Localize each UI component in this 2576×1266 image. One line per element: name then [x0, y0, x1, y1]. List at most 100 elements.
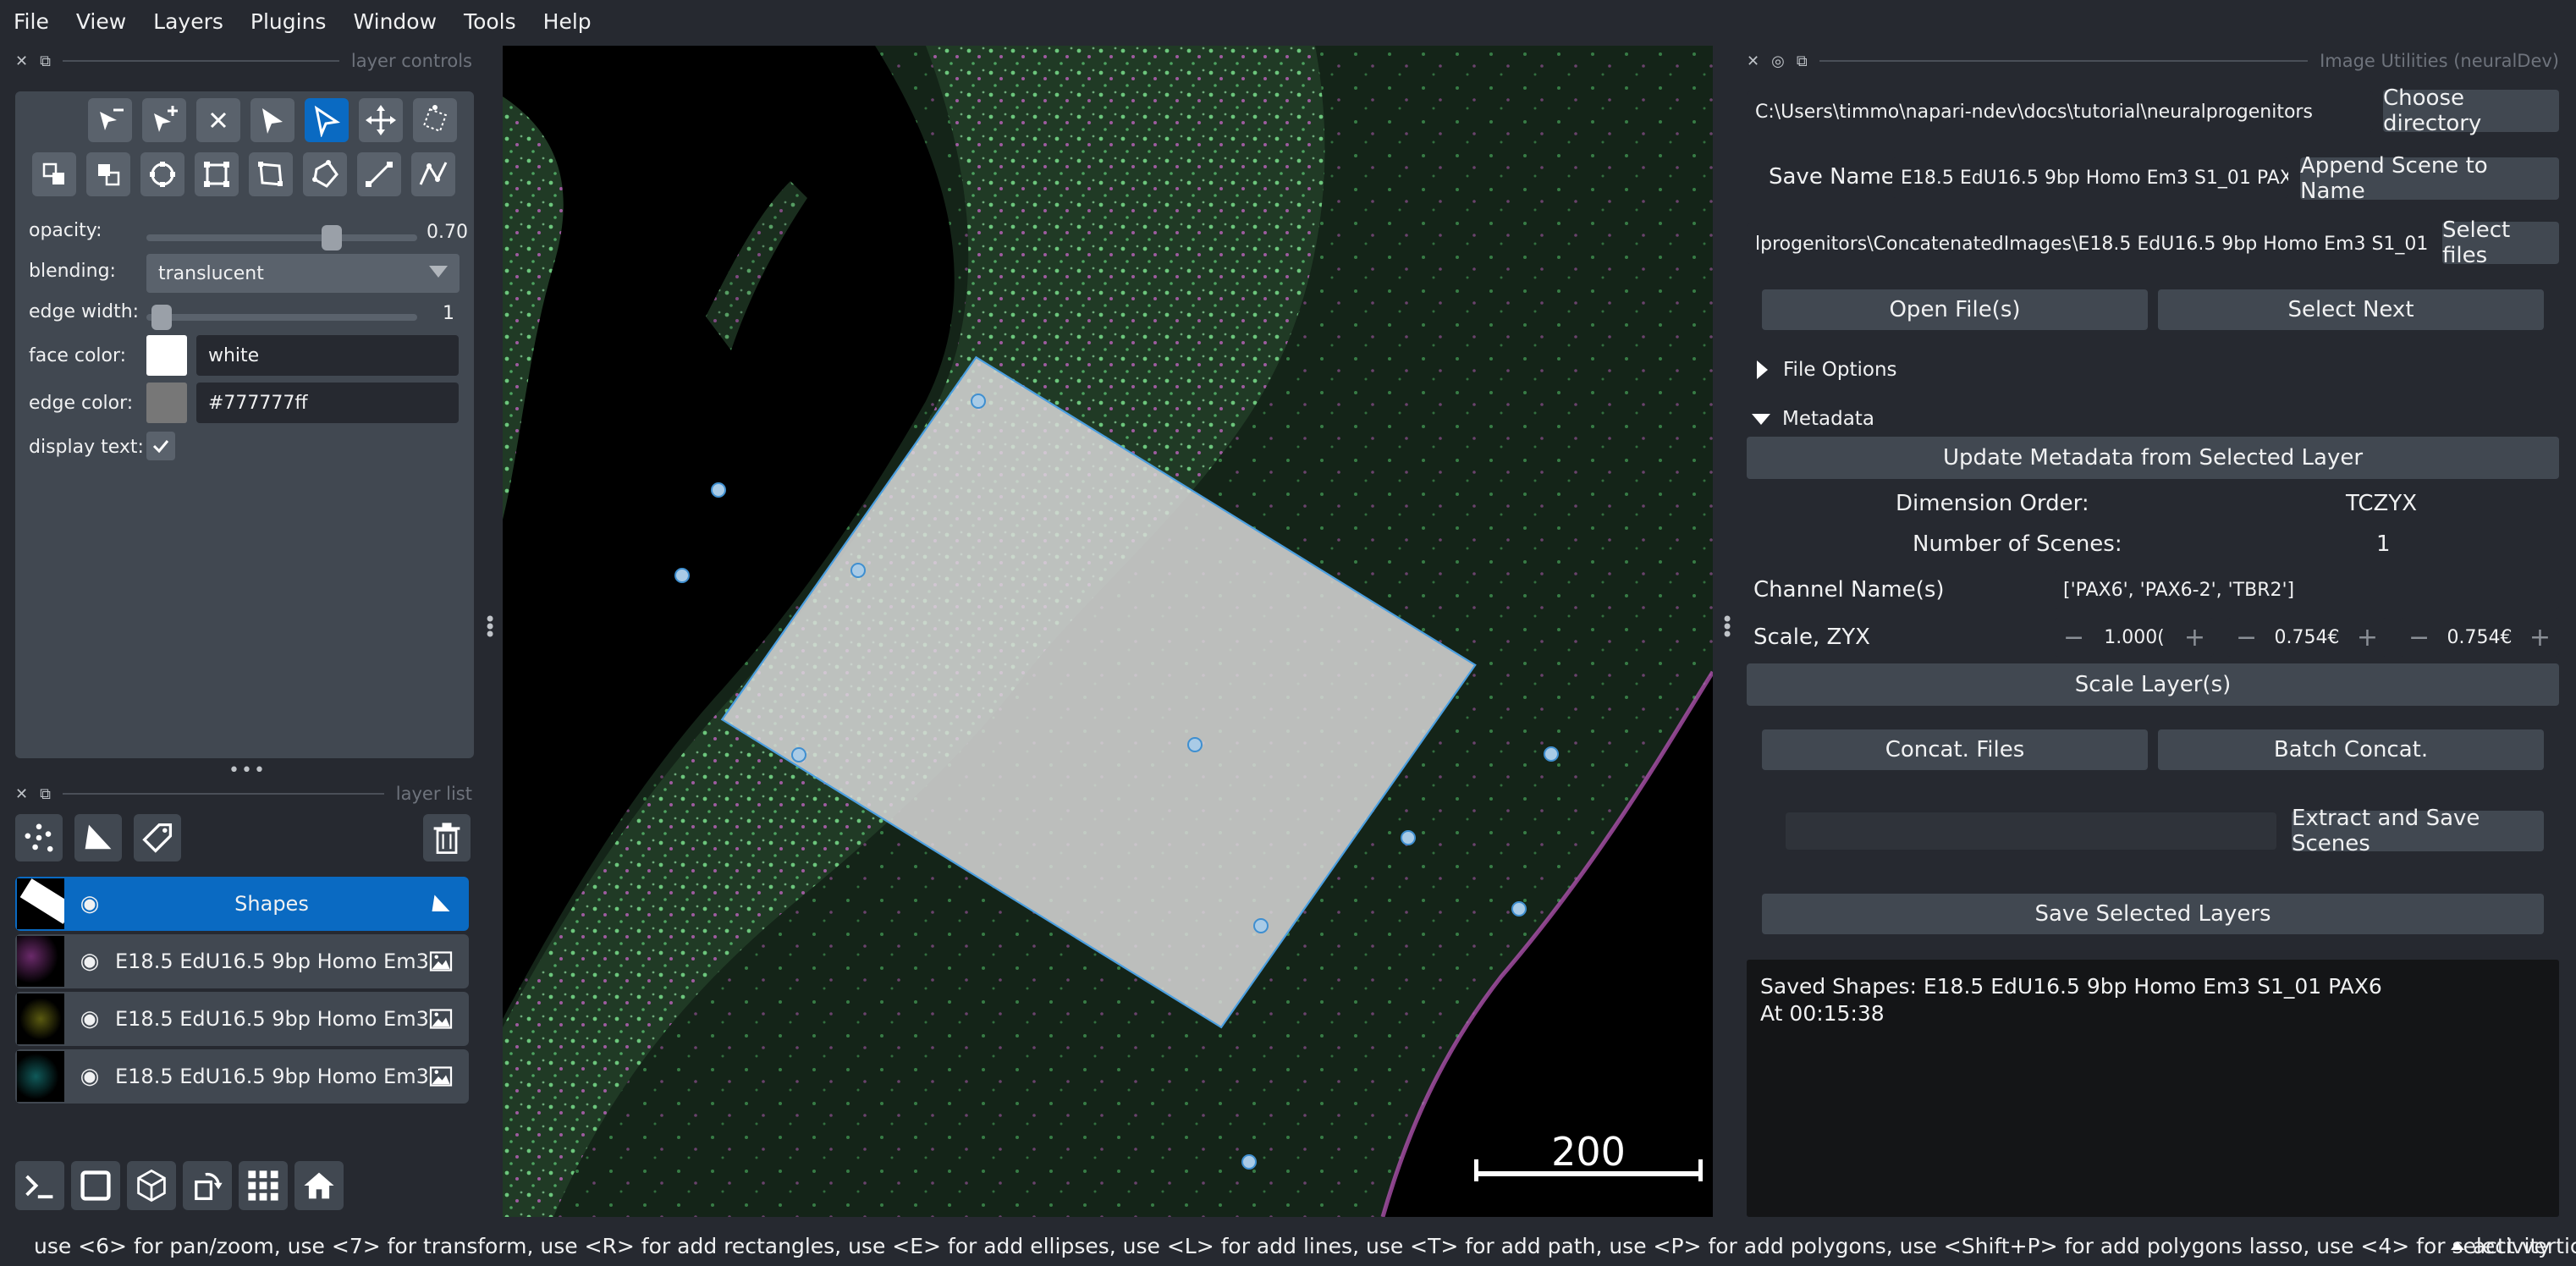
opacity-slider-handle[interactable]: [322, 225, 343, 250]
close-dock-icon[interactable]: ✕: [15, 785, 28, 803]
activity-toggle[interactable]: activity: [2450, 1234, 2551, 1258]
extract-scenes-button[interactable]: Extract and Save Scenes: [2292, 806, 2544, 856]
append-scene-button[interactable]: Append Scene to Name: [2300, 153, 2559, 204]
file-path-field[interactable]: lprogenitors\ConcatenatedImages\E18.5 Ed…: [1747, 223, 2432, 264]
close-dock-icon[interactable]: ✕: [15, 52, 28, 70]
polygon-icon: [258, 162, 283, 186]
channel-names-field[interactable]: ['PAX6', 'PAX6-2', 'TBR2']: [2055, 570, 2559, 609]
move-to-back-button[interactable]: [32, 152, 76, 196]
left-dock-handle[interactable]: • • •: [484, 609, 496, 645]
viewer-canvas[interactable]: 200: [503, 46, 1713, 1217]
pan-zoom-button[interactable]: [359, 98, 403, 142]
square-view-button[interactable]: [71, 1161, 120, 1210]
open-files-button[interactable]: Open File(s): [1762, 289, 2148, 330]
new-labels-layer-button[interactable]: [134, 814, 181, 861]
layer-row-image-3[interactable]: ◉ E18.5 EdU16.5 9bp Homo Em3 S...: [15, 1049, 469, 1104]
menu-window[interactable]: Window: [339, 9, 450, 34]
move-icon: [366, 105, 396, 135]
float-dock-icon[interactable]: ⧉: [40, 52, 51, 70]
face-color-field[interactable]: white: [196, 335, 459, 376]
display-text-checkbox[interactable]: [146, 432, 175, 460]
select-next-button[interactable]: Select Next: [2158, 289, 2544, 330]
menu-layers[interactable]: Layers: [140, 9, 237, 34]
menu-plugins[interactable]: Plugins: [237, 9, 340, 34]
delete-vertex-button[interactable]: [88, 98, 132, 142]
eye-icon[interactable]: ◉: [64, 891, 115, 916]
layer-row-shapes[interactable]: ◉ Shapes: [15, 877, 469, 931]
plus-icon[interactable]: +: [2529, 623, 2551, 652]
new-points-layer-button[interactable]: [15, 814, 63, 861]
concat-files-button[interactable]: Concat. Files: [1762, 729, 2148, 770]
add-path-button[interactable]: [411, 152, 455, 196]
hide-dock-icon[interactable]: ◎: [1771, 52, 1785, 70]
select-files-button[interactable]: Select files: [2442, 217, 2559, 268]
close-dock-icon[interactable]: ✕: [1747, 52, 1759, 70]
eye-icon[interactable]: ◉: [64, 1006, 115, 1032]
layer-row-image-2[interactable]: ◉ E18.5 EdU16.5 9bp Homo Em3 S...: [15, 992, 469, 1046]
grid-icon: [248, 1170, 278, 1201]
select-arrow-icon: [262, 108, 283, 134]
eye-icon[interactable]: ◉: [64, 1064, 115, 1089]
add-polygon-button[interactable]: [249, 152, 293, 196]
metadata-toggle[interactable]: Metadata: [1752, 408, 1874, 430]
plus-icon[interactable]: +: [2184, 623, 2205, 652]
delete-shape-button[interactable]: [196, 98, 240, 142]
menu-bar: File View Layers Plugins Window Tools He…: [0, 0, 2576, 42]
face-color-swatch[interactable]: [146, 335, 187, 376]
float-dock-icon[interactable]: ⧉: [40, 785, 51, 803]
layer-row-image-1[interactable]: ◉ E18.5 EdU16.5 9bp Homo Em3 S...: [15, 934, 469, 988]
minus-icon[interactable]: −: [2063, 623, 2084, 652]
toggle-3d-button[interactable]: [127, 1161, 176, 1210]
delete-layer-button[interactable]: [423, 814, 471, 861]
edge-color-field[interactable]: #777777ff: [196, 383, 459, 423]
edge-width-slider-handle[interactable]: [151, 305, 172, 330]
add-ellipse-button[interactable]: [140, 152, 184, 196]
eye-icon[interactable]: ◉: [64, 949, 115, 974]
add-polygon-lasso-button[interactable]: [303, 152, 347, 196]
plus-icon[interactable]: +: [2357, 623, 2378, 652]
direct-select-button[interactable]: [250, 98, 294, 142]
reset-view-button[interactable]: [294, 1161, 344, 1210]
save-selected-layers-button[interactable]: Save Selected Layers: [1762, 894, 2544, 934]
console-button[interactable]: [15, 1161, 64, 1210]
file-options-toggle[interactable]: File Options: [1757, 359, 1897, 381]
dock-splitter-handle[interactable]: •••: [228, 760, 267, 781]
menu-help[interactable]: Help: [530, 9, 605, 34]
select-shapes-button[interactable]: [305, 98, 349, 142]
move-to-front-button[interactable]: [86, 152, 130, 196]
add-line-button[interactable]: [357, 152, 401, 196]
edge-color-swatch[interactable]: [146, 383, 187, 423]
new-shapes-layer-button[interactable]: [74, 814, 122, 861]
save-name-field[interactable]: E18.5 EdU16.5 9bp Homo Em3 S1_01 PAX6: [1892, 157, 2288, 198]
menu-tools[interactable]: Tools: [450, 9, 530, 34]
edge-width-slider[interactable]: [146, 305, 417, 330]
directory-path-field[interactable]: C:\Users\timmo\napari-ndev\docs\tutorial…: [1747, 91, 2373, 132]
square-icon: [80, 1170, 111, 1201]
menu-file[interactable]: File: [0, 9, 63, 34]
layer-name: E18.5 EdU16.5 9bp Homo Em3 S...: [115, 1007, 428, 1031]
roll-axes-button[interactable]: [183, 1161, 232, 1210]
minus-icon[interactable]: −: [2236, 623, 2257, 652]
menu-view[interactable]: View: [63, 9, 140, 34]
minus-icon[interactable]: −: [2408, 623, 2430, 652]
metadata-label: Metadata: [1782, 408, 1874, 430]
choose-directory-button[interactable]: Choose directory: [2383, 85, 2559, 136]
transform-button[interactable]: [413, 98, 457, 142]
scale-y-spinbox[interactable]: − 0.754€ +: [2227, 618, 2386, 657]
edge-width-slider-track: [146, 314, 417, 321]
grid-view-button[interactable]: [239, 1161, 288, 1210]
right-dock-handle[interactable]: • • •: [1721, 609, 1733, 645]
rectangle-icon: [204, 162, 229, 187]
shape-vertex-handles[interactable]: [503, 46, 1713, 1217]
blending-select[interactable]: translucent: [146, 254, 460, 293]
cube-icon: [137, 1169, 166, 1203]
opacity-slider[interactable]: [146, 225, 417, 250]
scale-layers-button[interactable]: Scale Layer(s): [1747, 663, 2559, 706]
float-dock-icon[interactable]: ⧉: [1797, 52, 1808, 70]
scale-z-spinbox[interactable]: − 1.000( +: [2055, 618, 2214, 657]
update-metadata-button[interactable]: Update Metadata from Selected Layer: [1747, 437, 2559, 479]
add-rectangle-button[interactable]: [195, 152, 239, 196]
scale-x-spinbox[interactable]: − 0.754€ +: [2400, 618, 2559, 657]
batch-concat-button[interactable]: Batch Concat.: [2158, 729, 2544, 770]
add-vertex-button[interactable]: [142, 98, 186, 142]
